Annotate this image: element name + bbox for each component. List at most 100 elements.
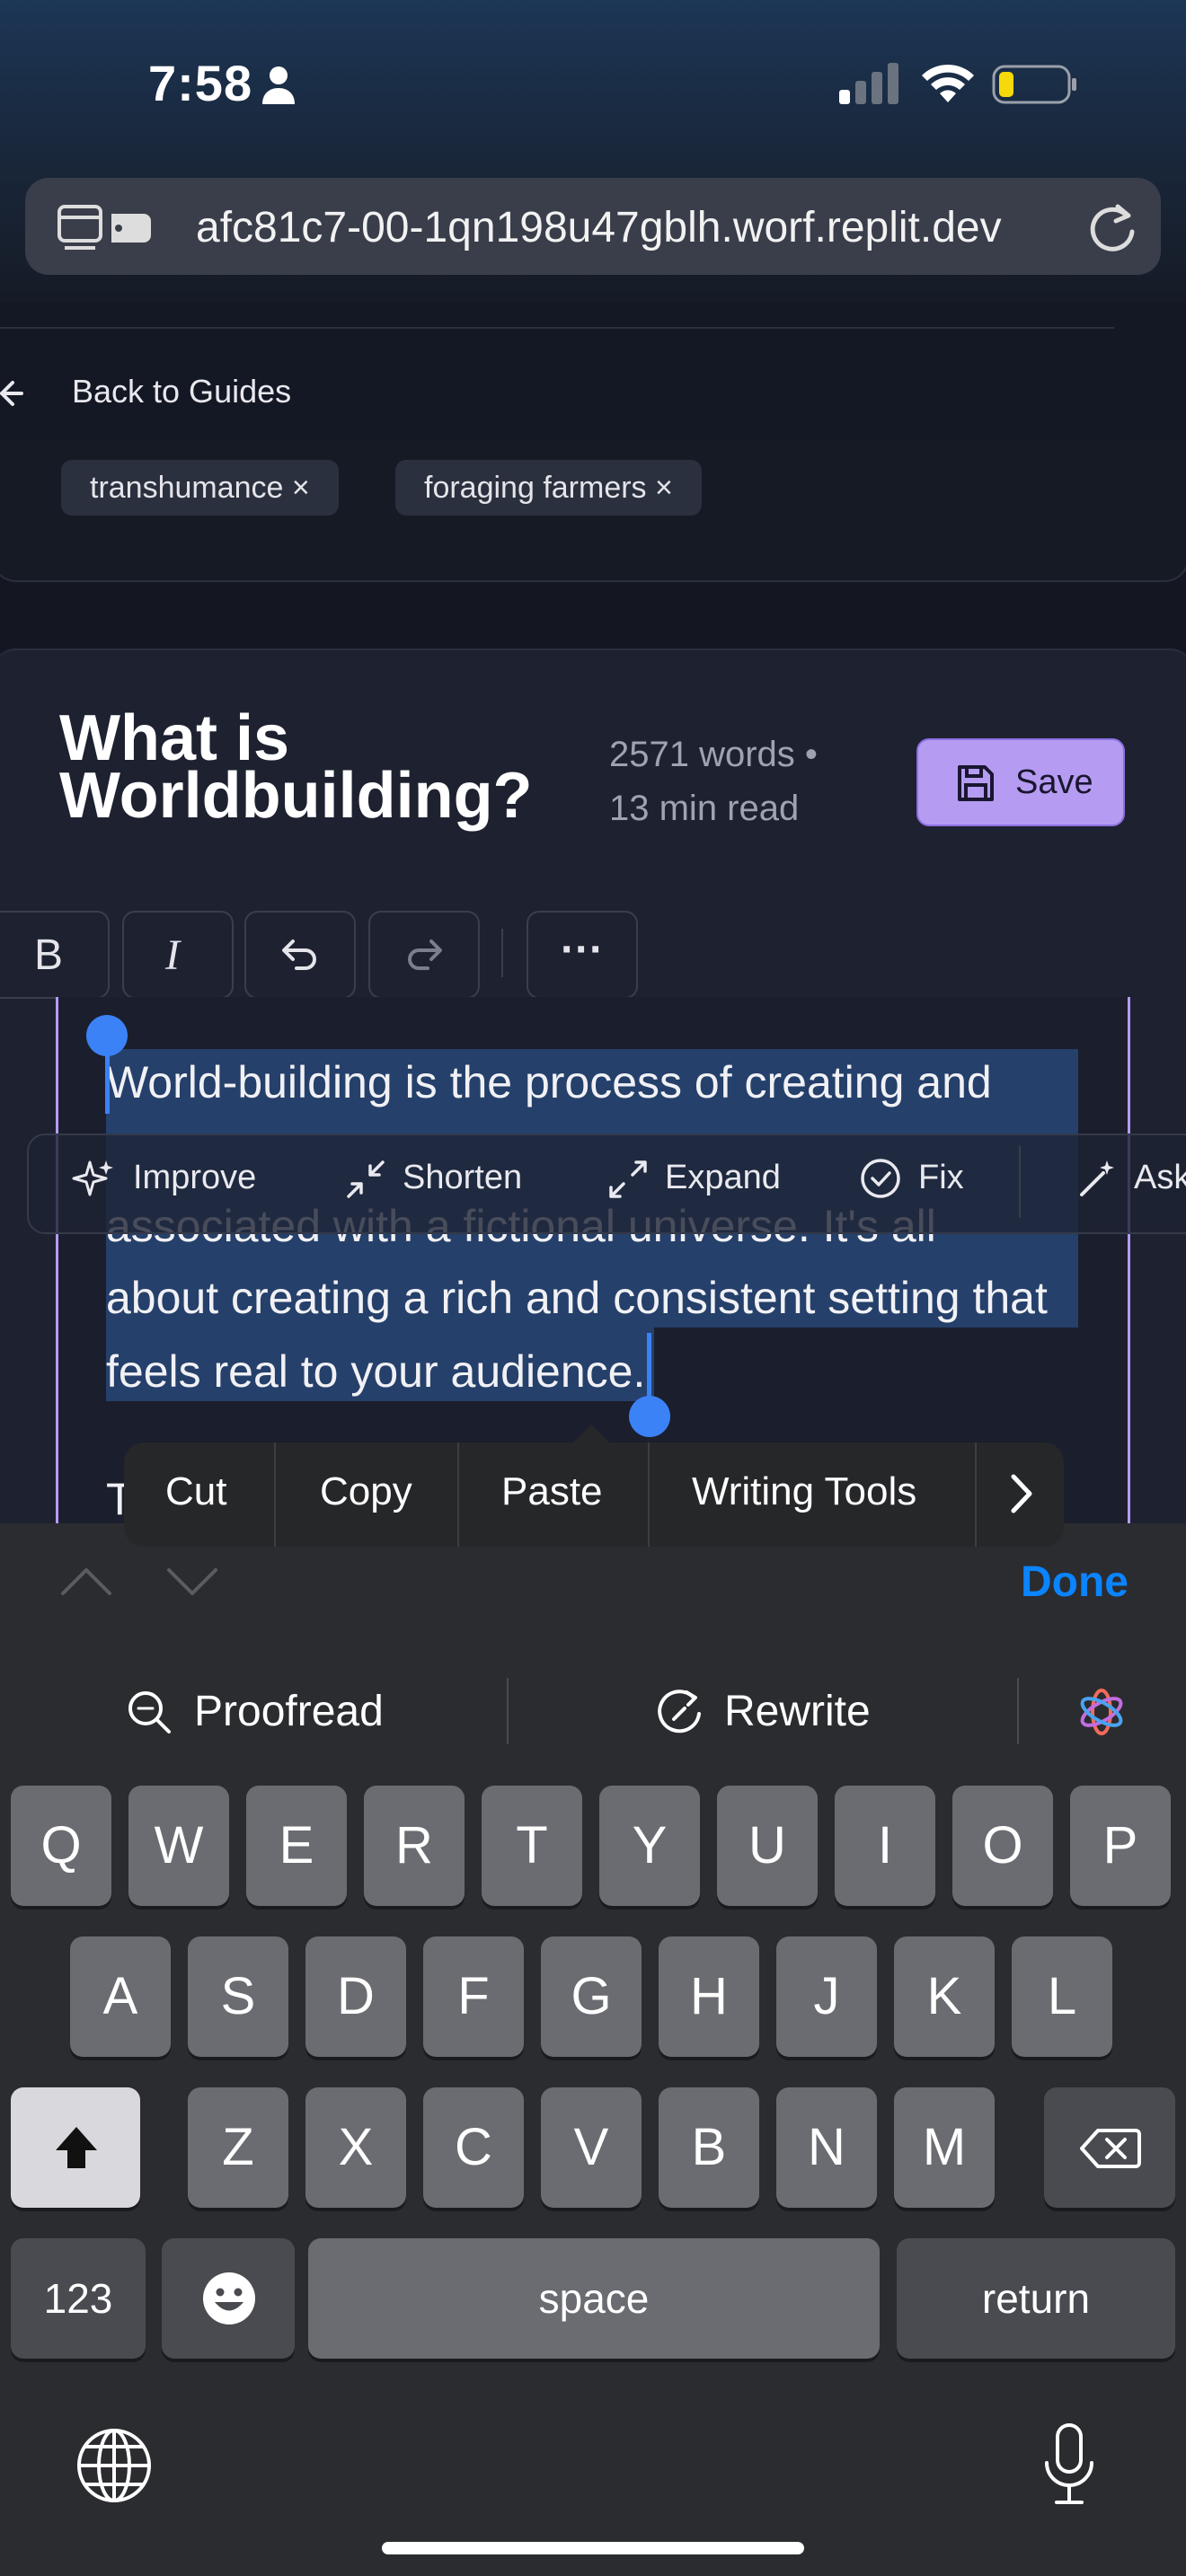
key-o[interactable]: O <box>952 1786 1053 1906</box>
tag-chip[interactable]: transhumance × <box>61 460 339 516</box>
key-e[interactable]: E <box>246 1786 347 1906</box>
content-line[interactable]: about creating a rich and consistent set… <box>106 1272 1048 1324</box>
save-label: Save <box>1015 763 1093 801</box>
read-time: 13 min read <box>609 789 800 828</box>
sparkles-icon <box>72 1157 117 1202</box>
back-to-guides-link[interactable]: Back to Guides <box>72 373 291 410</box>
apple-intelligence-icon[interactable] <box>1075 1685 1128 1739</box>
reload-icon[interactable] <box>1087 199 1137 253</box>
shrink-arrows-icon <box>345 1159 386 1200</box>
more-label: ··· <box>561 926 604 974</box>
backspace-key[interactable] <box>1044 2087 1175 2208</box>
chevron-up-icon[interactable] <box>59 1565 113 1597</box>
wt-divider <box>1017 1678 1019 1744</box>
copy-menu-item[interactable]: Copy <box>320 1469 412 1514</box>
ai-toolbar-divider <box>1019 1146 1021 1218</box>
key-i[interactable]: I <box>835 1786 935 1906</box>
redo-button[interactable] <box>368 911 480 999</box>
tag-chip[interactable]: foraging farmers × <box>395 460 702 516</box>
person-icon <box>261 65 296 106</box>
ai-fix-button[interactable]: Fix <box>918 1159 964 1197</box>
wt-divider <box>507 1678 509 1744</box>
battery-icon <box>992 65 1078 104</box>
toolbar-divider <box>501 929 503 977</box>
rewrite-icon <box>656 1689 704 1737</box>
key-u[interactable]: U <box>717 1786 818 1906</box>
proofread-button[interactable]: Proofread <box>194 1687 384 1736</box>
space-key[interactable]: space <box>308 2238 880 2359</box>
return-key[interactable]: return <box>897 2238 1175 2359</box>
magnifier-icon <box>126 1689 173 1735</box>
globe-icon[interactable] <box>75 2427 153 2504</box>
key-f[interactable]: F <box>423 1936 524 2057</box>
menu-divider <box>457 1442 459 1547</box>
cut-menu-item[interactable]: Cut <box>165 1469 226 1514</box>
ai-ask-button[interactable]: Ask <box>1134 1159 1186 1197</box>
selection-start-bar <box>105 1042 110 1114</box>
more-options-button[interactable]: ··· <box>527 911 638 999</box>
key-r[interactable]: R <box>364 1786 465 1906</box>
ai-shorten-button[interactable]: Shorten <box>403 1159 522 1197</box>
italic-label: I <box>165 931 180 979</box>
header-divider <box>0 327 1114 329</box>
content-line[interactable]: feels real to your audience. <box>106 1345 645 1398</box>
key-y[interactable]: Y <box>599 1786 700 1906</box>
save-button[interactable]: Save <box>916 738 1125 826</box>
key-x[interactable]: X <box>305 2087 406 2208</box>
chevron-down-icon[interactable] <box>165 1565 219 1597</box>
key-p[interactable]: P <box>1070 1786 1171 1906</box>
key-h[interactable]: H <box>659 1936 759 2057</box>
key-v[interactable]: V <box>541 2087 642 2208</box>
key-l[interactable]: L <box>1012 1936 1112 2057</box>
content-line[interactable]: World-building is the process of creatin… <box>106 1056 992 1108</box>
rewrite-button[interactable]: Rewrite <box>724 1687 871 1736</box>
redo-icon <box>404 938 444 970</box>
key-g[interactable]: G <box>541 1936 642 2057</box>
article-meta: 2571 words • 13 min read <box>609 728 879 835</box>
italic-button[interactable]: I <box>122 911 234 999</box>
url-text[interactable]: afc81c7-00-1qn198u47gblh.worf.replit.dev <box>196 203 1002 252</box>
word-count: 2571 words • <box>609 735 818 774</box>
context-menu-pointer <box>571 1425 611 1444</box>
ai-improve-button[interactable]: Improve <box>133 1159 256 1197</box>
key-q[interactable]: Q <box>11 1786 111 1906</box>
key-c[interactable]: C <box>423 2087 524 2208</box>
chevron-right-icon[interactable] <box>1010 1473 1033 1514</box>
key-b[interactable]: B <box>659 2087 759 2208</box>
shift-key[interactable] <box>11 2087 140 2208</box>
done-button[interactable]: Done <box>1021 1557 1128 1607</box>
key-m[interactable]: M <box>894 2087 995 2208</box>
key-j[interactable]: J <box>776 1936 877 2057</box>
key-k[interactable]: K <box>894 1936 995 2057</box>
emoji-key[interactable] <box>162 2238 295 2359</box>
back-arrow-icon[interactable] <box>0 375 27 411</box>
key-a[interactable]: A <box>70 1936 171 2057</box>
menu-divider <box>274 1442 276 1547</box>
microphone-icon[interactable] <box>1042 2422 1096 2508</box>
paste-menu-item[interactable]: Paste <box>501 1469 603 1514</box>
undo-button[interactable] <box>244 911 356 999</box>
menu-divider <box>648 1442 650 1547</box>
menu-divider <box>975 1442 977 1547</box>
writing-tools-menu-item[interactable]: Writing Tools <box>692 1469 916 1514</box>
key-d[interactable]: D <box>305 1936 406 2057</box>
floppy-disk-icon <box>956 763 996 803</box>
selection-end-handle[interactable] <box>629 1396 670 1437</box>
key-z[interactable]: Z <box>188 2087 288 2208</box>
expand-arrows-icon <box>607 1159 649 1200</box>
emoji-icon <box>201 2271 257 2326</box>
home-indicator[interactable] <box>382 2542 804 2554</box>
key-t[interactable]: T <box>482 1786 582 1906</box>
shift-arrow-icon <box>52 2123 101 2172</box>
bold-button[interactable]: B <box>0 911 110 999</box>
key-n[interactable]: N <box>776 2087 877 2208</box>
status-time: 7:58 <box>148 55 253 111</box>
magic-wand-icon <box>1076 1157 1120 1200</box>
key-w[interactable]: W <box>128 1786 229 1906</box>
tab-layout-icon[interactable] <box>56 203 156 253</box>
numbers-key[interactable]: 123 <box>11 2238 146 2359</box>
bold-label: B <box>34 931 64 979</box>
backspace-icon <box>1080 2127 1141 2170</box>
ai-expand-button[interactable]: Expand <box>665 1159 781 1197</box>
key-s[interactable]: S <box>188 1936 288 2057</box>
